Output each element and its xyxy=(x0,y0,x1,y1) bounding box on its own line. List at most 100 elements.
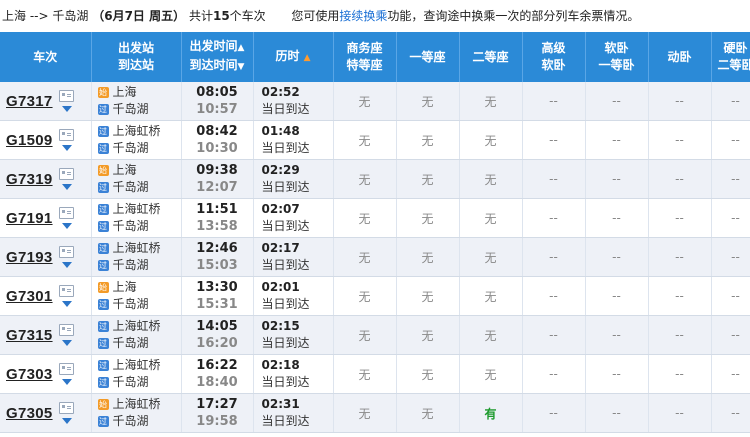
expand-triangle-icon[interactable] xyxy=(62,340,72,346)
train-number-link[interactable]: G1509 xyxy=(6,132,53,149)
expand-triangle-icon[interactable] xyxy=(62,106,72,112)
first-class-seat[interactable]: 无 xyxy=(396,159,460,199)
business-seat[interactable]: 无 xyxy=(333,159,397,199)
hard-sleeper[interactable]: -- xyxy=(711,237,750,277)
first-class-seat[interactable]: 无 xyxy=(396,315,460,355)
ticket-card-icon[interactable] xyxy=(59,90,74,102)
soft-sleeper[interactable]: -- xyxy=(585,354,649,394)
moving-sleeper[interactable]: -- xyxy=(648,237,712,277)
first-class-seat[interactable]: 无 xyxy=(396,120,460,160)
arrival-day: 当日到达 xyxy=(261,297,310,311)
ticket-card-icon[interactable] xyxy=(59,363,74,375)
hard-sleeper[interactable]: -- xyxy=(711,120,750,160)
ticket-card-icon[interactable] xyxy=(59,246,74,258)
premium-sleeper[interactable]: -- xyxy=(522,82,586,121)
train-number-link[interactable]: G7315 xyxy=(6,327,53,344)
second-class-seat[interactable]: 有 xyxy=(459,393,523,433)
premium-sleeper[interactable]: -- xyxy=(522,315,586,355)
expand-triangle-icon[interactable] xyxy=(62,301,72,307)
soft-sleeper[interactable]: -- xyxy=(585,198,649,238)
moving-sleeper[interactable]: -- xyxy=(648,120,712,160)
hard-sleeper[interactable]: -- xyxy=(711,354,750,394)
train-cell: G7303 xyxy=(0,354,92,394)
soft-sleeper[interactable]: -- xyxy=(585,393,649,433)
premium-sleeper[interactable]: -- xyxy=(522,354,586,394)
departure-time: 11:51 xyxy=(196,202,238,217)
moving-sleeper[interactable]: -- xyxy=(648,315,712,355)
transfer-link[interactable]: 接续换乘 xyxy=(339,9,387,23)
expand-triangle-icon[interactable] xyxy=(62,418,72,424)
expand-triangle-icon[interactable] xyxy=(62,145,72,151)
ticket-card-icon[interactable] xyxy=(59,285,74,297)
moving-sleeper[interactable]: -- xyxy=(648,393,712,433)
moving-sleeper[interactable]: -- xyxy=(648,159,712,199)
business-seat[interactable]: 无 xyxy=(333,315,397,355)
business-seat[interactable]: 无 xyxy=(333,198,397,238)
moving-sleeper[interactable]: -- xyxy=(648,82,712,121)
train-number-link[interactable]: G7317 xyxy=(6,93,53,110)
soft-sleeper[interactable]: -- xyxy=(585,120,649,160)
expand-triangle-icon[interactable] xyxy=(62,184,72,190)
sort-desc-icon[interactable]: ▼ xyxy=(238,62,245,72)
first-class-seat[interactable]: 无 xyxy=(396,393,460,433)
premium-sleeper[interactable]: -- xyxy=(522,237,586,277)
pass-badge: 过 xyxy=(97,221,109,232)
hard-sleeper[interactable]: -- xyxy=(711,393,750,433)
second-class-seat[interactable]: 无 xyxy=(459,120,523,160)
sort-asc-icon[interactable]: ▲ xyxy=(238,43,245,53)
train-number-link[interactable]: G7319 xyxy=(6,171,53,188)
second-class-seat[interactable]: 无 xyxy=(459,276,523,316)
moving-sleeper[interactable]: -- xyxy=(648,198,712,238)
second-class-seat[interactable]: 无 xyxy=(459,237,523,277)
moving-sleeper[interactable]: -- xyxy=(648,354,712,394)
header-duration[interactable]: 历时 ▲ xyxy=(253,32,334,82)
premium-sleeper[interactable]: -- xyxy=(522,393,586,433)
business-seat[interactable]: 无 xyxy=(333,120,397,160)
hard-sleeper[interactable]: -- xyxy=(711,315,750,355)
first-class-seat[interactable]: 无 xyxy=(396,354,460,394)
business-seat[interactable]: 无 xyxy=(333,276,397,316)
soft-sleeper[interactable]: -- xyxy=(585,237,649,277)
first-class-seat[interactable]: 无 xyxy=(396,82,460,121)
second-class-seat[interactable]: 无 xyxy=(459,82,523,121)
premium-sleeper[interactable]: -- xyxy=(522,198,586,238)
hard-sleeper[interactable]: -- xyxy=(711,198,750,238)
ticket-card-icon[interactable] xyxy=(59,129,74,141)
train-number-link[interactable]: G7303 xyxy=(6,366,53,383)
hard-sleeper[interactable]: -- xyxy=(711,159,750,199)
hard-sleeper[interactable]: -- xyxy=(711,82,750,121)
expand-triangle-icon[interactable] xyxy=(62,262,72,268)
header-time[interactable]: 出发时间▲ 到达时间▼ xyxy=(181,32,254,82)
first-class-seat[interactable]: 无 xyxy=(396,276,460,316)
train-number-link[interactable]: G7193 xyxy=(6,249,53,266)
ticket-card-icon[interactable] xyxy=(59,168,74,180)
soft-sleeper[interactable]: -- xyxy=(585,159,649,199)
soft-sleeper[interactable]: -- xyxy=(585,82,649,121)
ticket-card-icon[interactable] xyxy=(59,324,74,336)
sort-asc-active-icon[interactable]: ▲ xyxy=(304,53,311,63)
business-seat[interactable]: 无 xyxy=(333,354,397,394)
ticket-card-icon[interactable] xyxy=(59,402,74,414)
train-number-link[interactable]: G7305 xyxy=(6,405,53,422)
second-class-seat[interactable]: 无 xyxy=(459,354,523,394)
hard-sleeper[interactable]: -- xyxy=(711,276,750,316)
ticket-card-icon[interactable] xyxy=(59,207,74,219)
first-class-seat[interactable]: 无 xyxy=(396,237,460,277)
business-seat[interactable]: 无 xyxy=(333,393,397,433)
second-class-seat[interactable]: 无 xyxy=(459,198,523,238)
second-class-seat[interactable]: 无 xyxy=(459,315,523,355)
expand-triangle-icon[interactable] xyxy=(62,379,72,385)
soft-sleeper[interactable]: -- xyxy=(585,315,649,355)
premium-sleeper[interactable]: -- xyxy=(522,276,586,316)
soft-sleeper[interactable]: -- xyxy=(585,276,649,316)
moving-sleeper[interactable]: -- xyxy=(648,276,712,316)
premium-sleeper[interactable]: -- xyxy=(522,159,586,199)
premium-sleeper[interactable]: -- xyxy=(522,120,586,160)
business-seat[interactable]: 无 xyxy=(333,237,397,277)
expand-triangle-icon[interactable] xyxy=(62,223,72,229)
first-class-seat[interactable]: 无 xyxy=(396,198,460,238)
business-seat[interactable]: 无 xyxy=(333,82,397,121)
train-number-link[interactable]: G7301 xyxy=(6,288,53,305)
train-number-link[interactable]: G7191 xyxy=(6,210,53,227)
second-class-seat[interactable]: 无 xyxy=(459,159,523,199)
